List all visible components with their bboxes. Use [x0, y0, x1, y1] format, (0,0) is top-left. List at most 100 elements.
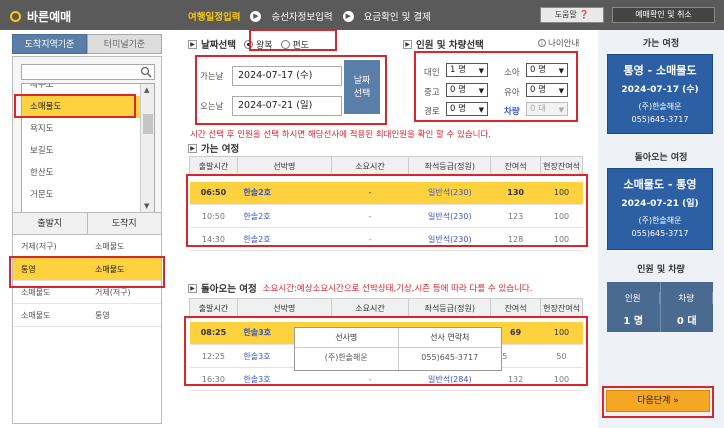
adult-select[interactable]: 1 명 ▼: [446, 63, 488, 77]
col-header: 좌석등급(정원): [408, 156, 492, 176]
col-header: 출발시간: [189, 298, 238, 318]
route-row[interactable]: 거제(저구) 소매물도: [13, 235, 161, 258]
region-item[interactable]: 한산도: [22, 162, 154, 184]
chevron-down-icon: ▼: [558, 106, 564, 114]
scroll-thumb[interactable]: [143, 114, 153, 134]
region-scrollbar[interactable]: ▲ ▼: [140, 84, 154, 212]
inbound-note: 소요시간:예상소요시간으로 선박상태,기상,시즌 등에 따라 다를 수 있습니다…: [262, 284, 533, 294]
radio-checked-icon: [243, 39, 253, 49]
go-summary-title: 가는 여정: [642, 39, 680, 49]
region-item[interactable]: 소매물도: [22, 96, 154, 118]
radio-unchecked-icon: [280, 39, 290, 49]
tab-arrival-region[interactable]: 도착지역기준: [12, 34, 87, 54]
col-header: 잔여석: [490, 156, 542, 176]
section-arrow-icon: ▶: [188, 143, 197, 153]
route-table: 출발지 도착지 거제(저구) 소매물도 통영 소매물도 소매물도 거제(저구) 소매물…: [12, 212, 162, 424]
col-header: 소요시간: [330, 156, 410, 176]
date-section-title: ▶ 날짜선택 왕복 편도: [188, 37, 309, 51]
go-summary-card: 통영 - 소매물도 2024-07-17 (수) (주)한솔해운 055)645…: [607, 54, 713, 134]
region-search-input[interactable]: [21, 64, 155, 80]
col-header: 현장잔여석: [540, 156, 583, 176]
tooltip-company: (주)한솔해운: [295, 348, 399, 370]
col-header: 선박명: [236, 156, 332, 176]
route-row[interactable]: 통영 소매물도: [13, 258, 161, 281]
step-indicator: 여행일정입력 ▶ 승선자정보입력 ▶ 요금확인 및 결제: [188, 9, 431, 23]
step-1: 여행일정입력: [188, 12, 241, 23]
route-row[interactable]: 소매물도 거제(저구): [13, 281, 161, 304]
help-button[interactable]: 도움말 ❓: [540, 7, 604, 23]
logo-circle-icon: [10, 11, 21, 22]
return-date-field[interactable]: 2024-07-21 (일): [232, 96, 342, 116]
date-select-button[interactable]: 날짜 선택: [344, 60, 380, 114]
info-icon: i: [538, 39, 546, 47]
help-icon: ❓: [579, 10, 590, 19]
region-item[interactable]: 제주도: [22, 84, 154, 96]
col-header: 출발시간: [189, 156, 238, 176]
vehicle-label: 차량: [504, 107, 520, 117]
col-header: 선박명: [236, 298, 332, 318]
section-arrow-icon: ▶: [188, 39, 197, 49]
next-step-button[interactable]: 다음단계 »: [606, 390, 710, 412]
inbound-title: ▶ 돌아오는 여정 소요시간:예상소요시간으로 선박상태,기상,시즌 등에 따라…: [188, 281, 532, 295]
infant-select[interactable]: 0 명 ▼: [526, 83, 568, 97]
table-row[interactable]: 14:30 한솔2호 - 일반석(230) 128 100: [189, 227, 583, 251]
date-box: 가는날 2024-07-17 (수) 오는날 2024-07-21 (일) 날짜…: [196, 56, 386, 124]
outbound-table: 출발시간 선박명 소요시간 좌석등급(정원) 잔여석 현장잔여석 06:50 한…: [189, 156, 583, 251]
round-trip-radio[interactable]: 왕복: [243, 38, 273, 51]
route-header-to: 도착지: [111, 219, 137, 229]
reservation-check-button[interactable]: 예매확인 및 취소: [612, 7, 715, 23]
step-arrow-icon: ▶: [342, 10, 354, 22]
senior-select[interactable]: 0 명 ▼: [446, 102, 488, 116]
chevron-down-icon: ▼: [558, 67, 564, 75]
region-item[interactable]: 욕지도: [22, 118, 154, 140]
scroll-down-icon[interactable]: ▼: [144, 202, 149, 210]
app-brand: 바른예매: [10, 8, 71, 25]
back-summary-title: 돌아오는 여정: [634, 153, 688, 163]
child-select[interactable]: 0 명 ▼: [526, 63, 568, 77]
depart-date-field[interactable]: 2024-07-17 (수): [232, 66, 342, 86]
pax-summary-card: 인원 1 명 차량 0 대: [607, 282, 713, 332]
chevron-down-icon: ▼: [478, 87, 484, 95]
return-label: 오는날: [200, 102, 224, 112]
company-tooltip: 선사명 선사 연락처 (주)한솔해운 055)645-3717: [294, 327, 502, 371]
section-arrow-icon: ▶: [188, 283, 197, 293]
pax-summary-title: 인원 및 차량: [637, 265, 685, 275]
depart-label: 가는날: [200, 72, 224, 82]
vehicle-select: 0 대 ▼: [526, 102, 568, 116]
one-way-radio[interactable]: 편도: [280, 38, 309, 51]
scroll-up-icon[interactable]: ▲: [144, 86, 149, 94]
region-item[interactable]: 거문도: [22, 184, 154, 206]
table-row[interactable]: 10:50 한솔2호 - 일반석(230) 123 100: [189, 204, 583, 228]
outbound-title: ▶ 가는 여정: [188, 141, 239, 155]
region-item[interactable]: 보길도: [22, 140, 154, 162]
col-header: 잔여석: [490, 298, 542, 318]
chevron-down-icon: ▼: [478, 106, 484, 114]
chevron-down-icon: ▼: [478, 67, 484, 75]
tab-terminal[interactable]: 터미널기준: [87, 34, 162, 54]
tooltip-phone: 055)645-3717: [421, 353, 479, 362]
top-bar: 바른예매 여행일정입력 ▶ 승선자정보입력 ▶ 요금확인 및 결제 도움말 ❓ …: [0, 0, 724, 30]
teen-select[interactable]: 0 명 ▼: [446, 83, 488, 97]
adult-label: 대인: [424, 68, 440, 78]
summary-panel: 가는 여정 통영 - 소매물도 2024-07-17 (수) (주)한솔해운 0…: [598, 30, 724, 428]
tooltip-header-phone: 선사 연락처: [430, 333, 470, 342]
app-title: 바른예매: [27, 10, 72, 24]
search-icon[interactable]: [139, 66, 153, 78]
senior-label: 경로: [424, 107, 440, 117]
col-header: 좌석등급(정원): [408, 298, 492, 318]
route-row[interactable]: 소매물도 통영: [13, 304, 161, 327]
age-guide-link[interactable]: i 나이안내: [538, 37, 579, 49]
chevron-down-icon: ▼: [558, 87, 564, 95]
step-arrow-icon: ▶: [250, 10, 262, 22]
tooltip-header-company: 선사명: [295, 328, 399, 347]
region-box: 제주도 소매물도 욕지도 보길도 한산도 거문도 ▲ ▼: [12, 56, 162, 216]
teen-label: 중고: [424, 88, 440, 98]
region-list: 제주도 소매물도 욕지도 보길도 한산도 거문도 ▲ ▼: [21, 83, 155, 213]
pax-section-title: ▶ 인원 및 차량선택: [403, 37, 484, 51]
child-label: 소아: [504, 68, 520, 78]
section-arrow-icon: ▶: [403, 39, 412, 49]
col-header: 소요시간: [330, 298, 410, 318]
left-panel: 도착지역기준 터미널기준 제주도 소매물도 욕지도 보길도 한산도 거문도 ▲ …: [12, 34, 162, 424]
table-row[interactable]: 06:50 한솔2호 - 일반석(230) 130 100: [189, 181, 583, 205]
notice-text: 시간 선택 후 인원을 선택 하시면 해당선사에 적용된 최대인원을 확인 할 …: [190, 130, 492, 140]
